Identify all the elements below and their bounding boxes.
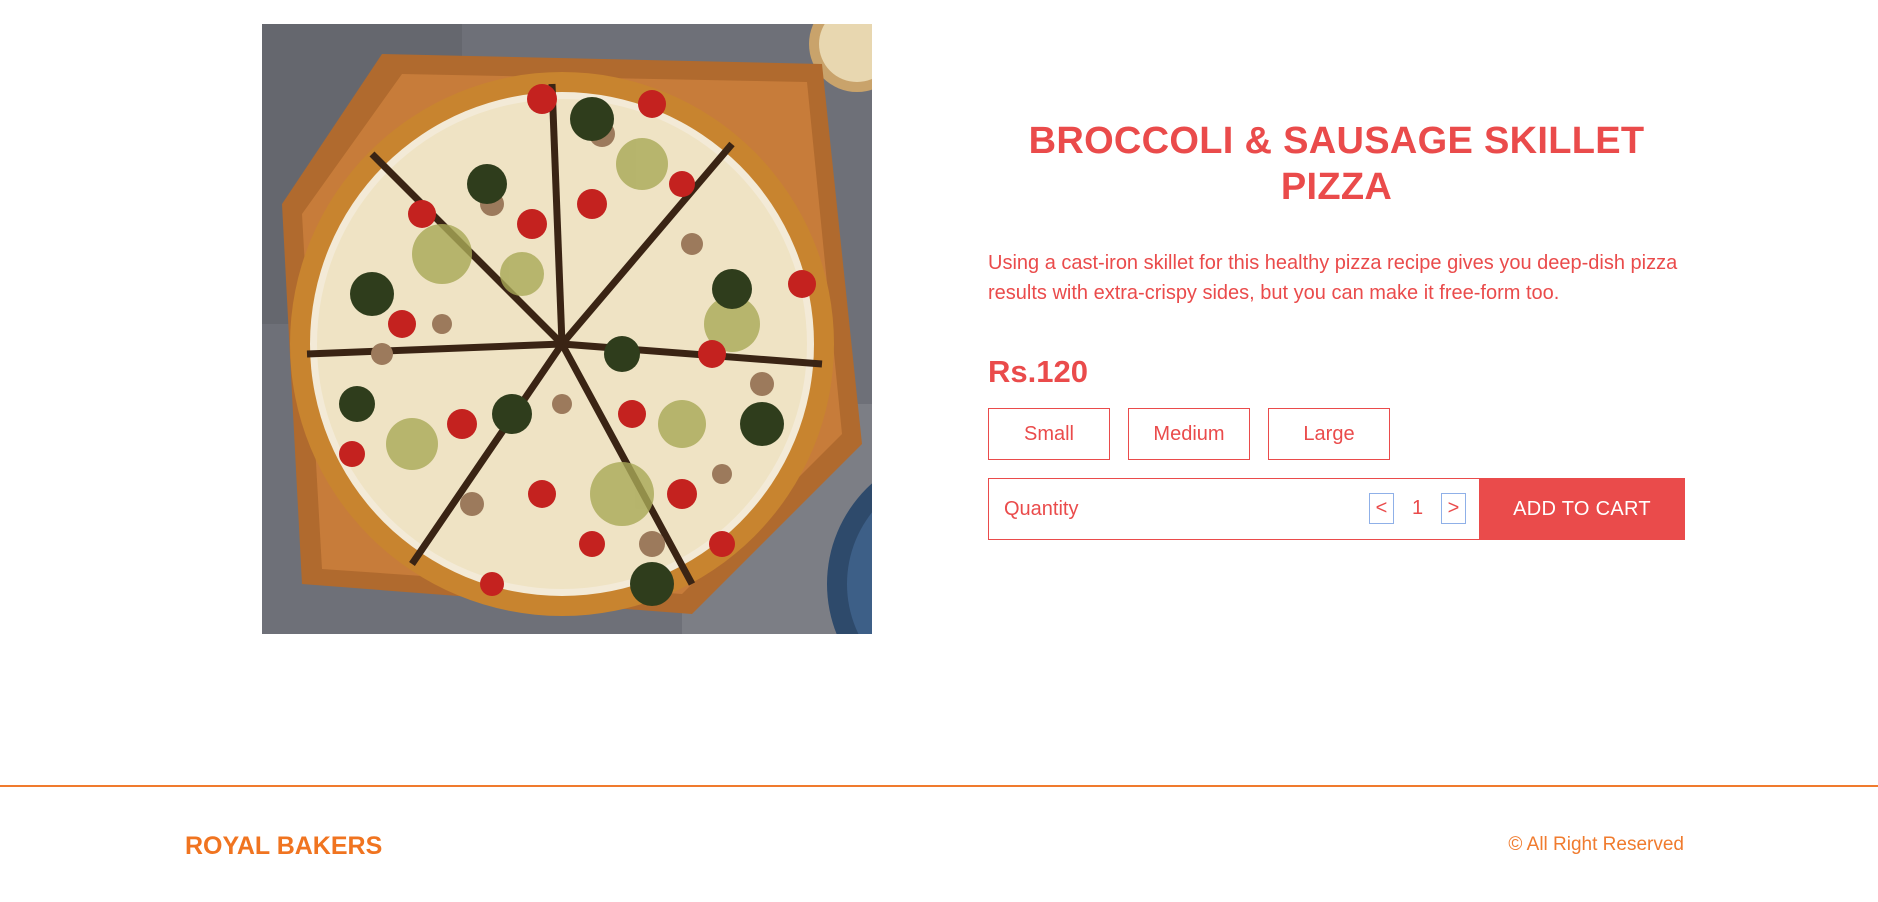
add-to-cart-button[interactable]: ADD TO CART [1479,478,1685,540]
quantity-controls: < 1 > [1369,493,1466,524]
product-image [262,24,872,634]
quantity-label: Quantity [1004,497,1079,520]
footer-brand: ROYAL BAKERS [185,832,383,860]
footer-copyright: © All Right Reserved [1508,834,1684,855]
quantity-value: 1 [1411,497,1424,519]
product-title: BROCCOLI & SAUSAGE SKILLET PIZZA [1028,120,1645,208]
size-large-button[interactable]: Large [1268,408,1390,460]
size-small-button[interactable]: Small [988,408,1110,460]
footer-divider [0,785,1878,787]
size-options: Small Medium Large [988,408,1390,460]
product-description: Using a cast-iron skillet for this healt… [988,252,1678,304]
cart-row: Quantity < 1 > ADD TO CART [988,478,1685,540]
quantity-stepper: Quantity < 1 > [988,478,1479,540]
quantity-decrement-button[interactable]: < [1369,493,1394,524]
size-medium-button[interactable]: Medium [1128,408,1250,460]
quantity-increment-button[interactable]: > [1441,493,1466,524]
product-price: Rs.120 [988,354,1088,389]
